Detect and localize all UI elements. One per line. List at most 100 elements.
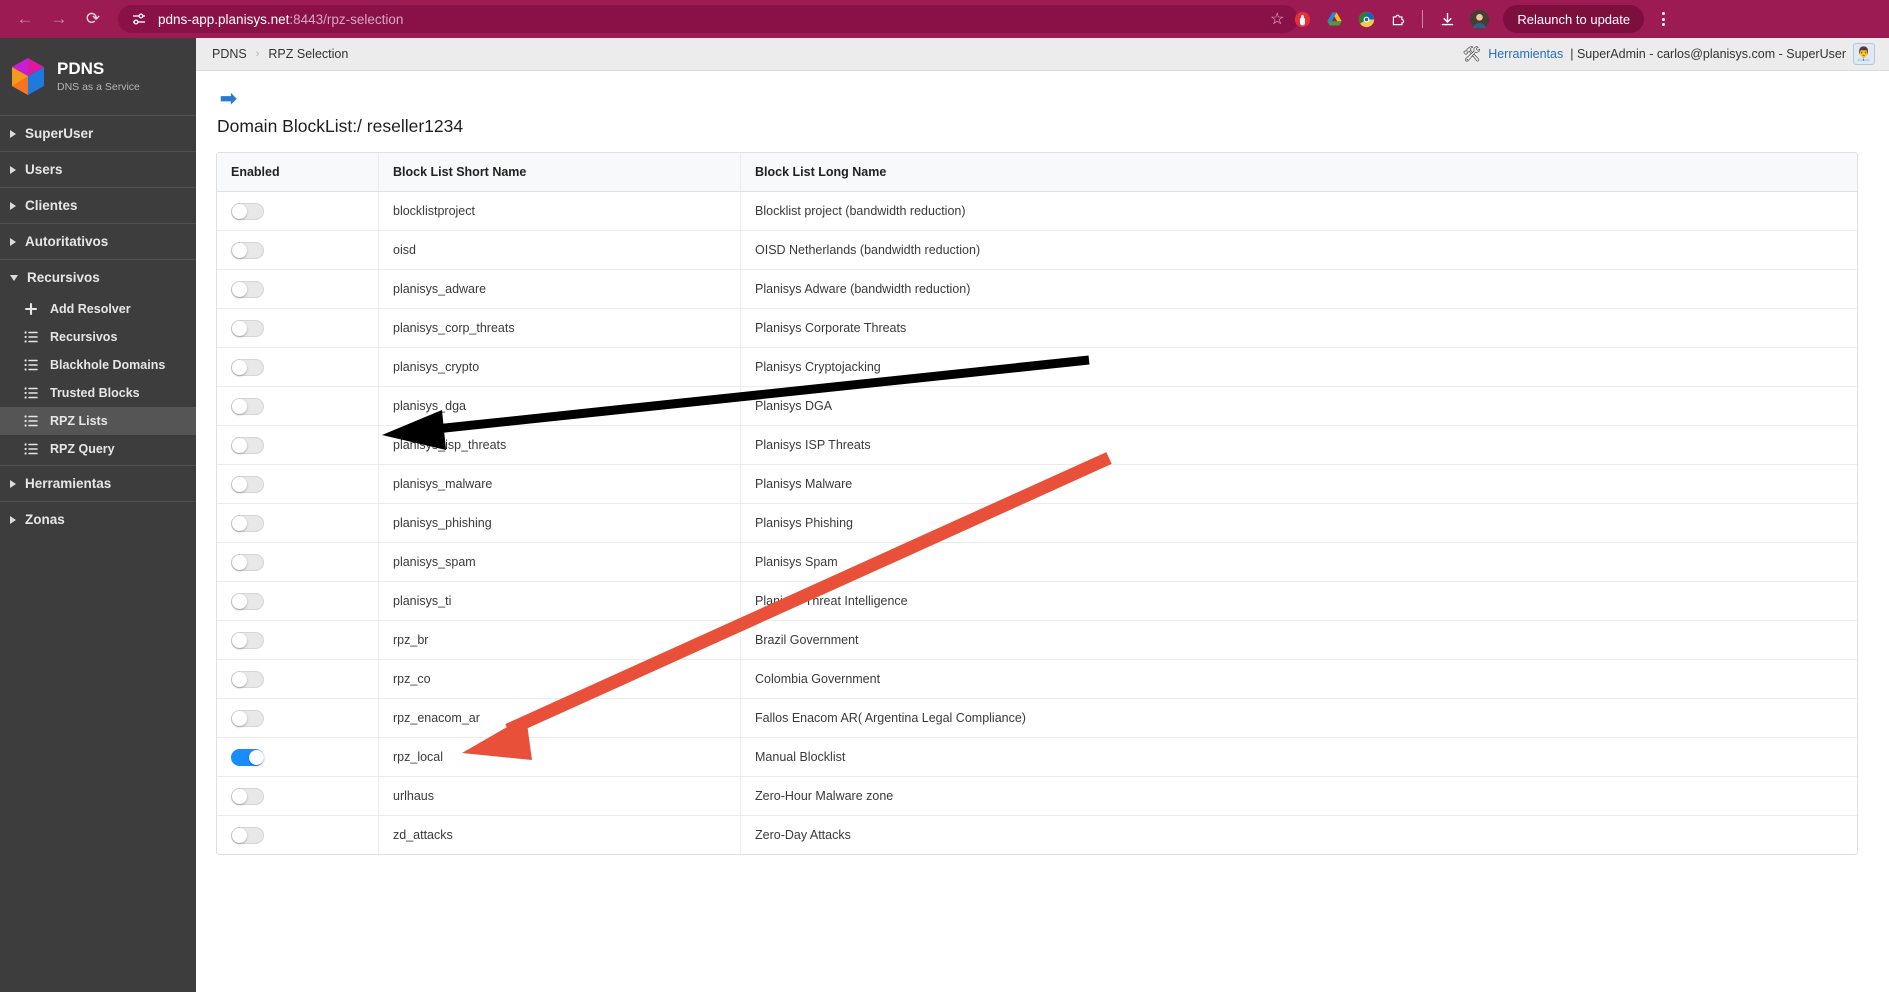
enabled-toggle[interactable]	[231, 436, 264, 454]
sidebar-group-superuser[interactable]: SuperUser	[0, 115, 196, 151]
enabled-toggle[interactable]	[231, 709, 264, 727]
cell-long-name: Planisys DGA	[755, 399, 833, 413]
table-row: planisys_adware Planisys Adware (bandwidt…	[217, 270, 1857, 309]
sidebar-item-trusted-blocks[interactable]: Trusted Blocks	[0, 379, 196, 407]
cell-short-name: rpz_local	[379, 738, 741, 776]
toggle-knob	[232, 242, 247, 258]
table-row: urlhaus Zero-Hour Malware zone	[217, 777, 1857, 816]
list-icon	[24, 330, 38, 344]
enabled-toggle[interactable]	[231, 319, 264, 337]
relaunch-to-update-button[interactable]: Relaunch to update	[1503, 5, 1645, 33]
bookmark-star-icon[interactable]: ☆	[1270, 9, 1284, 29]
enabled-toggle[interactable]	[231, 631, 264, 649]
forward-arrow-icon[interactable]: ➡	[220, 89, 237, 109]
avatar[interactable]: 👨‍💼	[1853, 43, 1875, 65]
breadcrumb-item-rpz-selection[interactable]: RPZ Selection	[268, 47, 348, 61]
cell-short-name: rpz_br	[379, 621, 741, 659]
back-button[interactable]: ←	[10, 4, 40, 34]
enabled-toggle[interactable]	[231, 280, 264, 298]
cell-enabled	[217, 192, 379, 230]
reload-button[interactable]: ⟳	[78, 4, 108, 34]
ublock-icon[interactable]	[1288, 5, 1316, 33]
enabled-toggle[interactable]	[231, 475, 264, 493]
cell-long-name: Blocklist project (bandwidth reduction)	[755, 204, 966, 218]
herramientas-link[interactable]: Herramientas	[1488, 47, 1563, 61]
site-settings-icon[interactable]	[130, 10, 148, 28]
main-content: PDNS › RPZ Selection 🛠 Herramientas | Su…	[196, 38, 1889, 992]
column-header-short-name: Block List Short Name	[379, 153, 741, 191]
table-row: rpz_local Manual Blocklist	[217, 738, 1857, 777]
sidebar-item-rpz-lists[interactable]: RPZ Lists	[0, 407, 196, 435]
breadcrumb-item-pdns[interactable]: PDNS	[212, 47, 247, 61]
brand-subtitle: DNS as a Service	[57, 81, 140, 93]
cell-enabled	[217, 231, 379, 269]
cell-long-name: Brazil Government	[755, 633, 859, 647]
chrome-menu-icon[interactable]	[1650, 5, 1676, 33]
enabled-toggle[interactable]	[231, 748, 264, 766]
cell-short-name: urlhaus	[379, 777, 741, 815]
enabled-toggle[interactable]	[231, 553, 264, 571]
chevron-right-icon	[10, 201, 16, 210]
chevron-right-icon	[10, 479, 16, 488]
toggle-knob	[232, 398, 247, 414]
enabled-toggle[interactable]	[231, 514, 264, 532]
toggle-knob	[232, 515, 247, 531]
plus-icon	[24, 302, 38, 316]
cell-enabled	[217, 426, 379, 464]
enabled-toggle[interactable]	[231, 202, 264, 220]
sidebar-item-add-resolver[interactable]: Add Resolver	[0, 295, 196, 323]
toggle-knob	[232, 827, 247, 843]
address-bar[interactable]: pdns-app.planisys.net:8443/rpz-selection	[118, 5, 1298, 33]
cell-short-name: planisys_spam	[379, 543, 741, 581]
google-drive-icon[interactable]	[1320, 5, 1348, 33]
profile-avatar[interactable]	[1465, 5, 1493, 33]
cell-enabled	[217, 777, 379, 815]
cell-enabled	[217, 621, 379, 659]
enabled-toggle[interactable]	[231, 358, 264, 376]
cell-short-name: planisys_corp_threats	[379, 309, 741, 347]
enabled-toggle[interactable]	[231, 826, 264, 844]
table-row: planisys_crypto Planisys Cryptojacking	[217, 348, 1857, 387]
table-row: planisys_isp_threats Planisys ISP Threats	[217, 426, 1857, 465]
pdns-cube-logo-icon	[10, 57, 46, 97]
cell-enabled	[217, 309, 379, 347]
breadcrumb-separator-icon: ›	[255, 48, 260, 60]
table-body: blocklistproject Blocklist project (bandw…	[217, 192, 1857, 854]
cell-long-name: Planisys Cryptojacking	[755, 360, 881, 374]
sidebar-item-recursivos[interactable]: Recursivos	[0, 323, 196, 351]
cell-long-name: Manual Blocklist	[755, 750, 846, 764]
list-icon	[24, 358, 38, 372]
download-icon[interactable]	[1433, 5, 1461, 33]
app-topbar: PDNS › RPZ Selection 🛠 Herramientas | Su…	[196, 38, 1889, 71]
enabled-toggle[interactable]	[231, 592, 264, 610]
table-row: rpz_br Brazil Government	[217, 621, 1857, 660]
sidebar-group-clientes[interactable]: Clientes	[0, 187, 196, 223]
compass-icon[interactable]	[1352, 5, 1380, 33]
toggle-knob	[232, 554, 247, 570]
sidebar-item-blackhole-domains[interactable]: Blackhole Domains	[0, 351, 196, 379]
cell-long-name: Planisys Phishing	[755, 516, 853, 530]
enabled-toggle[interactable]	[231, 670, 264, 688]
toggle-knob	[232, 437, 247, 453]
sidebar-group-autoritativos[interactable]: Autoritativos	[0, 223, 196, 259]
sidebar-group-users[interactable]: Users	[0, 151, 196, 187]
cell-short-name: oisd	[379, 231, 741, 269]
sidebar-group-herramientas[interactable]: Herramientas	[0, 465, 196, 501]
toggle-knob	[232, 788, 247, 804]
page-title: Domain BlockList:/ reseller1234	[217, 116, 464, 136]
sidebar-group-zonas[interactable]: Zonas	[0, 501, 196, 537]
cell-enabled	[217, 699, 379, 737]
cell-long-name: Zero-Hour Malware zone	[755, 789, 894, 803]
enabled-toggle[interactable]	[231, 397, 264, 415]
enabled-toggle[interactable]	[231, 241, 264, 259]
forward-button[interactable]: →	[44, 4, 74, 34]
cell-long-name: Planisys Malware	[755, 477, 853, 491]
cell-long-name: Planisys ISP Threats	[755, 438, 871, 452]
brand-logo-block[interactable]: PDNS DNS as a Service	[0, 38, 196, 115]
enabled-toggle[interactable]	[231, 787, 264, 805]
sidebar-item-rpz-query[interactable]: RPZ Query	[0, 435, 196, 463]
table-row: planisys_spam Planisys Spam	[217, 543, 1857, 582]
puzzle-icon[interactable]	[1384, 5, 1412, 33]
toggle-knob	[232, 203, 247, 219]
sidebar-group-recursivos[interactable]: Recursivos	[0, 259, 196, 295]
